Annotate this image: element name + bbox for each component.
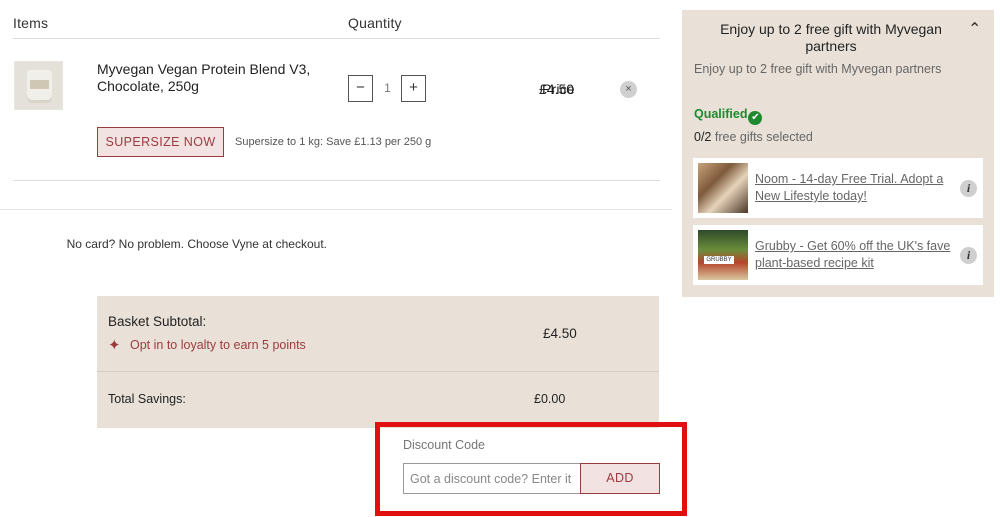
free-gifts-panel: Enjoy up to 2 free gift with Myvegan par… bbox=[682, 10, 994, 297]
grubby-logo-tag: GRUBBY bbox=[704, 256, 734, 264]
sparkle-icon: ✦ bbox=[108, 337, 121, 354]
gifts-selected-count: 0/2 free gifts selected bbox=[694, 130, 813, 144]
quantity-decrease-button[interactable]: − bbox=[348, 75, 373, 102]
quantity-value[interactable]: 1 bbox=[374, 81, 401, 95]
header-divider bbox=[13, 38, 660, 39]
chevron-up-icon[interactable]: ⌃ bbox=[968, 19, 981, 39]
subtotal-value: £4.50 bbox=[543, 326, 577, 341]
product-name[interactable]: Myvegan Vegan Protein Blend V3, Chocolat… bbox=[97, 61, 337, 95]
selected-text: free gifts selected bbox=[714, 130, 813, 144]
selected-count: 0/2 bbox=[694, 130, 712, 144]
gift-option-noom[interactable]: Noom - 14-day Free Trial. Adopt a New Li… bbox=[693, 158, 983, 218]
product-pouch-label bbox=[30, 80, 49, 89]
savings-value: £0.00 bbox=[534, 392, 566, 406]
noom-gift-link[interactable]: Noom - 14-day Free Trial. Adopt a New Li… bbox=[755, 171, 955, 205]
remove-item-close-icon[interactable]: × bbox=[620, 81, 637, 98]
qualified-label: Qualified bbox=[694, 107, 748, 121]
discount-add-button[interactable]: ADD bbox=[580, 463, 660, 494]
vyne-checkout-note: No card? No problem. Choose Vyne at chec… bbox=[66, 237, 327, 251]
quantity-header: Quantity bbox=[348, 15, 402, 31]
loyalty-opt-in-link[interactable]: ✦ Opt in to loyalty to earn 5 points bbox=[108, 336, 306, 354]
discount-code-label: Discount Code bbox=[403, 438, 485, 452]
free-gifts-title: Enjoy up to 2 free gift with Myvegan par… bbox=[720, 21, 942, 54]
section-divider bbox=[0, 209, 672, 210]
loyalty-text: Opt in to loyalty to earn 5 points bbox=[130, 338, 306, 352]
qualified-status: Qualified ✔ bbox=[694, 107, 763, 125]
product-price: £4.50 bbox=[539, 81, 575, 97]
item-divider bbox=[13, 180, 660, 181]
subtotal-label: Basket Subtotal: bbox=[108, 314, 207, 329]
info-icon[interactable]: i bbox=[960, 247, 977, 264]
grubby-gift-image: GRUBBY bbox=[698, 230, 748, 280]
gift-option-grubby[interactable]: GRUBBY Grubby - Get 60% off the UK's fav… bbox=[693, 225, 983, 285]
check-circle-icon: ✔ bbox=[748, 111, 763, 125]
grubby-gift-link[interactable]: Grubby - Get 60% off the UK's fave plant… bbox=[755, 238, 955, 272]
supersize-now-button[interactable]: SUPERSIZE NOW bbox=[97, 127, 224, 157]
basket-summary: Basket Subtotal: £4.50 ✦ Opt in to loyalt… bbox=[97, 296, 659, 428]
summary-divider bbox=[97, 371, 659, 372]
noom-gift-image bbox=[698, 163, 748, 213]
items-header: Items bbox=[13, 15, 49, 31]
discount-code-input[interactable] bbox=[403, 463, 581, 494]
savings-label: Total Savings: bbox=[108, 392, 186, 406]
free-gifts-subtitle: Enjoy up to 2 free gift with Myvegan par… bbox=[694, 62, 942, 76]
supersize-note: Supersize to 1 kg: Save £1.13 per 250 g bbox=[235, 136, 432, 148]
product-thumbnail[interactable] bbox=[14, 61, 63, 110]
quantity-increase-button[interactable]: + bbox=[401, 75, 426, 102]
info-icon[interactable]: i bbox=[960, 180, 977, 197]
